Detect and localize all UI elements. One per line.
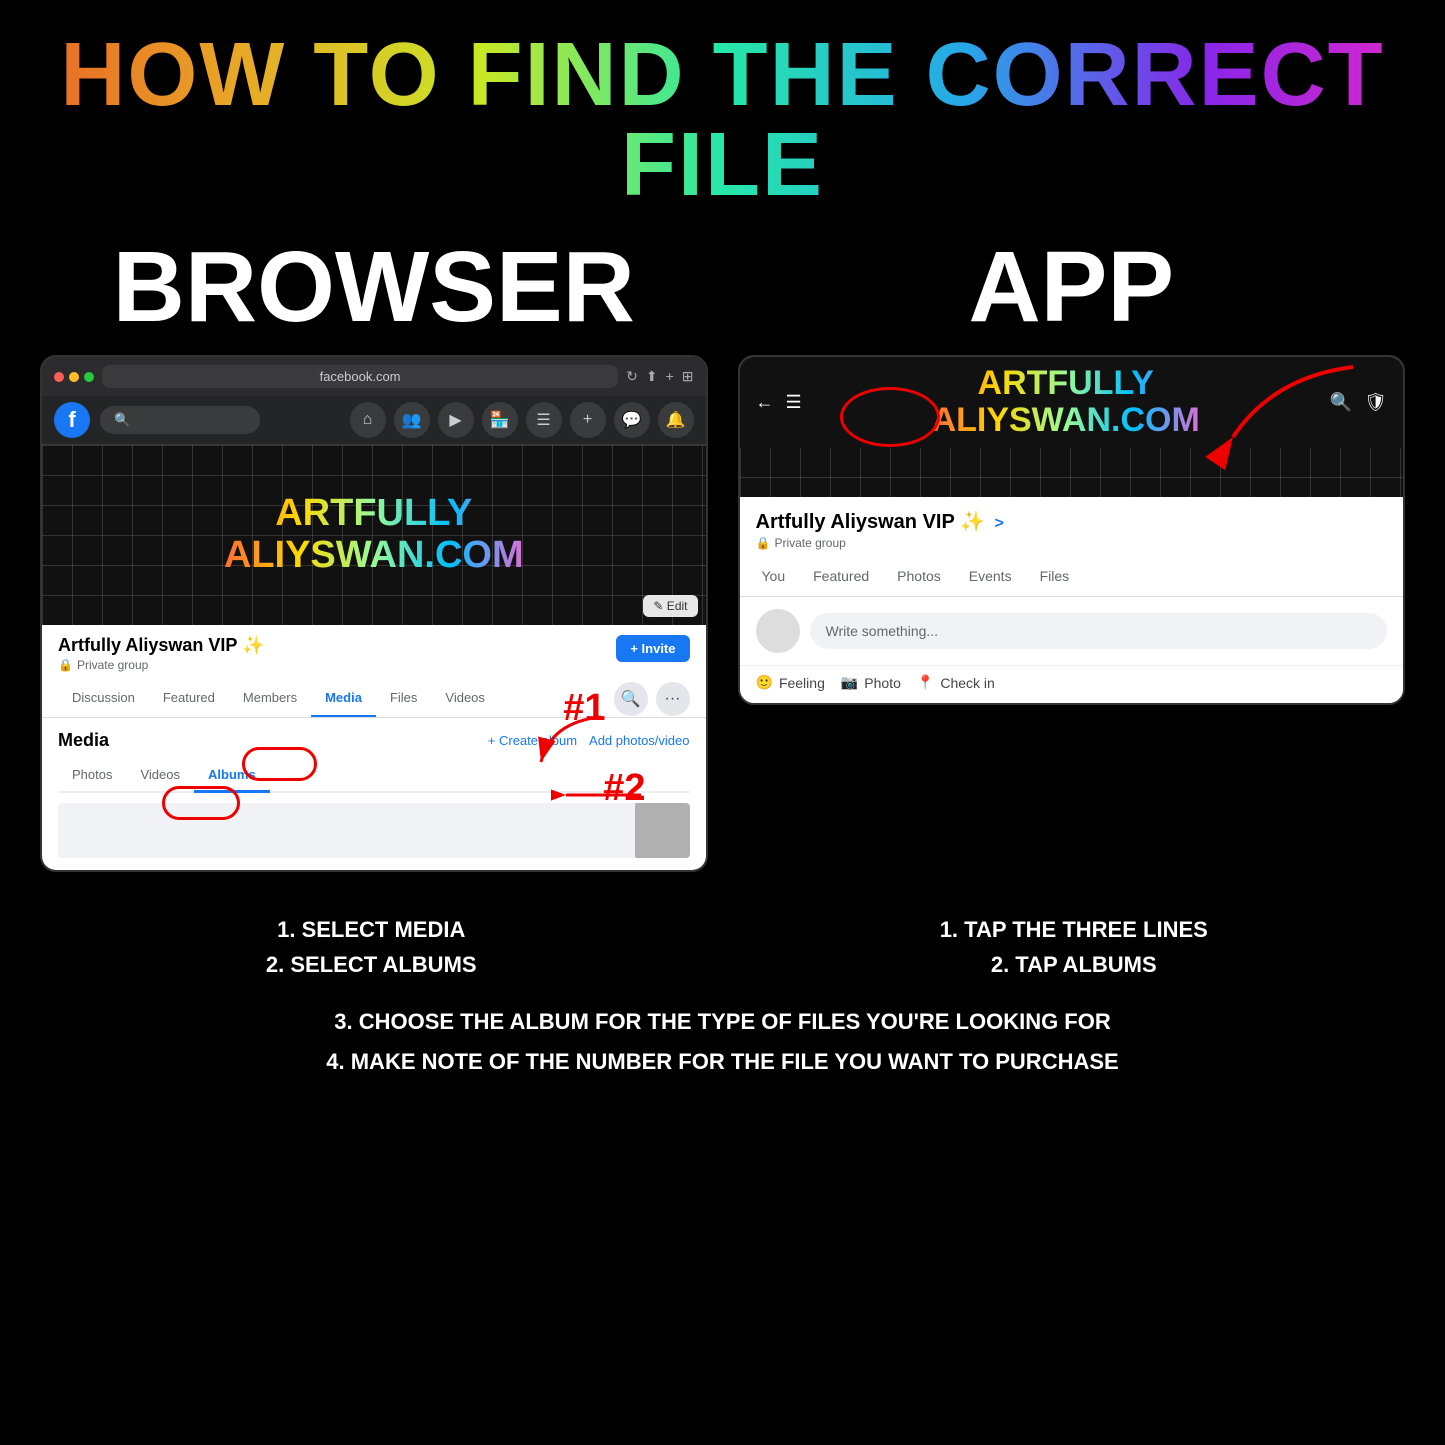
tab-members[interactable]: Members (229, 680, 311, 717)
app-header-text: ARTFULLY ALIYSWAN.COM (932, 365, 1200, 440)
more-tab-icon[interactable]: ··· (656, 682, 690, 716)
feeling-icon: 🙂 (756, 674, 773, 691)
friends-icon[interactable]: 👥 (394, 402, 430, 438)
market-icon[interactable]: 🏪 (482, 402, 518, 438)
fb-nav: f 🔍 ⌂ 👥 ▶ 🏪 ☰ + 💬 🔔 (42, 396, 706, 445)
app-arrow (1173, 357, 1373, 477)
browser-label: BROWSER (40, 230, 708, 345)
artfully-line2: ALIYSWAN.COM (224, 535, 524, 577)
bottom-right-1: 1. TAP THE THREE LINES (733, 912, 1416, 947)
fb-search-bar[interactable]: 🔍 (100, 406, 260, 434)
bottom-text-section: 1. SELECT MEDIA 2. SELECT ALBUMS 1. TAP … (0, 892, 1445, 1002)
feeling-label: Feeling (779, 675, 825, 691)
app-action-bar: 🙂 Feeling 📷 Photo 📍 Check in (740, 665, 1404, 703)
cover-text: ARTFULLY ALIYSWAN.COM (224, 493, 524, 577)
app-lock-icon: 🔒 (756, 536, 771, 550)
app-action-feeling[interactable]: 🙂 Feeling (756, 674, 825, 691)
edit-button[interactable]: ✎ Edit (643, 595, 697, 617)
tab-videos[interactable]: Videos (431, 680, 499, 717)
tab-discussion[interactable]: Discussion (58, 680, 149, 717)
app-tab-you[interactable]: You (748, 558, 800, 596)
browser-bar: facebook.com ↻ ⬆ + ⊞ (42, 357, 706, 396)
app-tab-photos[interactable]: Photos (883, 558, 955, 596)
fb-group-info: Artfully Aliyswan VIP ✨ 🔒 Private group … (42, 625, 706, 680)
media-title: Media (58, 730, 109, 751)
bottom-right-2: 2. TAP ALBUMS (733, 947, 1416, 982)
dot-minimize (69, 372, 79, 382)
private-label: Private group (77, 658, 148, 672)
tab-actions: 🔍 ··· (614, 680, 690, 717)
add-tab-icon[interactable]: + (666, 368, 674, 385)
app-avatar (756, 609, 800, 653)
arrow-to-media (531, 712, 611, 772)
app-group-name: Artfully Aliyswan VIP ✨ > (756, 509, 1388, 534)
app-tab-files[interactable]: Files (1026, 558, 1084, 596)
app-group-tabs: You Featured Photos Events Files (740, 558, 1404, 597)
app-group-private: 🔒 Private group (756, 536, 1388, 550)
watch-icon[interactable]: ▶ (438, 402, 474, 438)
app-group-cover: ← ☰ ARTFULLY ALIYSWAN.COM 🔍 🛡 (740, 357, 1404, 497)
create-icon[interactable]: + (570, 402, 606, 438)
bottom-right-col: 1. TAP THE THREE LINES 2. TAP ALBUMS (733, 912, 1416, 982)
media-tab-photos[interactable]: Photos (58, 759, 126, 791)
artfully-line1: ARTFULLY (224, 493, 524, 535)
app-nav-left: ← ☰ (756, 392, 802, 413)
tab-featured[interactable]: Featured (149, 680, 229, 717)
app-action-checkin[interactable]: 📍 Check in (917, 674, 995, 691)
photo-label: Photo (864, 675, 901, 691)
bottom-full-line-1: 3. CHOOSE THE ALBUM FOR THE TYPE OF FILE… (30, 1002, 1415, 1042)
fb-logo: f (54, 402, 90, 438)
app-group-info: Artfully Aliyswan VIP ✨ > 🔒 Private grou… (740, 497, 1404, 558)
app-action-photo[interactable]: 📷 Photo (841, 674, 901, 691)
checkin-icon: 📍 (917, 674, 934, 691)
menu-icon[interactable]: ☰ (526, 402, 562, 438)
browser-actions: ↻ ⬆ + ⊞ (626, 368, 693, 385)
photo-icon: 📷 (841, 674, 858, 691)
checkin-label: Check in (940, 675, 994, 691)
app-group-chevron[interactable]: > (994, 515, 1003, 532)
media-tab-albums[interactable]: Albums (194, 759, 270, 793)
fb-nav-icons: ⌂ 👥 ▶ 🏪 ☰ + 💬 🔔 (350, 402, 694, 438)
notifications-icon[interactable]: 🔔 (658, 402, 694, 438)
invite-button[interactable]: + Invite (616, 635, 689, 662)
app-private-label: Private group (774, 536, 845, 550)
fb-group-private: 🔒 Private group (58, 658, 264, 672)
app-group-name-text: Artfully Aliyswan VIP ✨ (756, 511, 985, 533)
lock-icon: 🔒 (58, 658, 73, 672)
app-tab-featured[interactable]: Featured (799, 558, 883, 596)
app-tab-events[interactable]: Events (955, 558, 1026, 596)
browser-url: facebook.com (102, 365, 618, 388)
tab-media[interactable]: Media (311, 680, 376, 717)
full-width-bottom: 3. CHOOSE THE ALBUM FOR THE TYPE OF FILE… (0, 1002, 1445, 1101)
group-cover: ARTFULLY ALIYSWAN.COM ✎ Edit (42, 445, 706, 625)
hamburger-icon[interactable]: ☰ (786, 392, 802, 413)
bottom-left-2: 2. SELECT ALBUMS (30, 947, 713, 982)
grid-icon[interactable]: ⊞ (682, 368, 694, 385)
fb-group-name: Artfully Aliyswan VIP ✨ (58, 635, 264, 656)
app-artfully-line2: ALIYSWAN.COM (932, 402, 1200, 439)
media-tab-videos[interactable]: Videos (126, 759, 194, 791)
browser-column: BROWSER facebook.com ↻ ⬆ + ⊞ f (40, 230, 708, 872)
app-artfully-line1: ARTFULLY (932, 365, 1200, 402)
app-label: APP (738, 230, 1406, 345)
arrow-to-albums (551, 775, 651, 815)
bottom-full-line-2: 4. MAKE NOTE OF THE NUMBER FOR THE FILE … (30, 1042, 1415, 1082)
dot-maximize (84, 372, 94, 382)
share-icon[interactable]: ⬆ (646, 368, 658, 385)
bottom-left-col: 1. SELECT MEDIA 2. SELECT ALBUMS (30, 912, 713, 982)
browser-dots (54, 372, 94, 382)
app-column: APP ← ☰ ARTFULLY ALIYSWAN.COM 🔍 🛡 (738, 230, 1406, 872)
tab-files[interactable]: Files (376, 680, 431, 717)
app-write-input[interactable]: Write something... (810, 613, 1388, 649)
search-tab-icon[interactable]: 🔍 (614, 682, 648, 716)
main-title: HOW TO FIND THE CORRECT FILE (0, 0, 1445, 220)
dot-close (54, 372, 64, 382)
bottom-left-1: 1. SELECT MEDIA (30, 912, 713, 947)
home-icon[interactable]: ⌂ (350, 402, 386, 438)
refresh-icon[interactable]: ↻ (626, 368, 638, 385)
back-icon[interactable]: ← (756, 392, 774, 413)
app-write-box: Write something... (740, 597, 1404, 665)
messenger-icon[interactable]: 💬 (614, 402, 650, 438)
